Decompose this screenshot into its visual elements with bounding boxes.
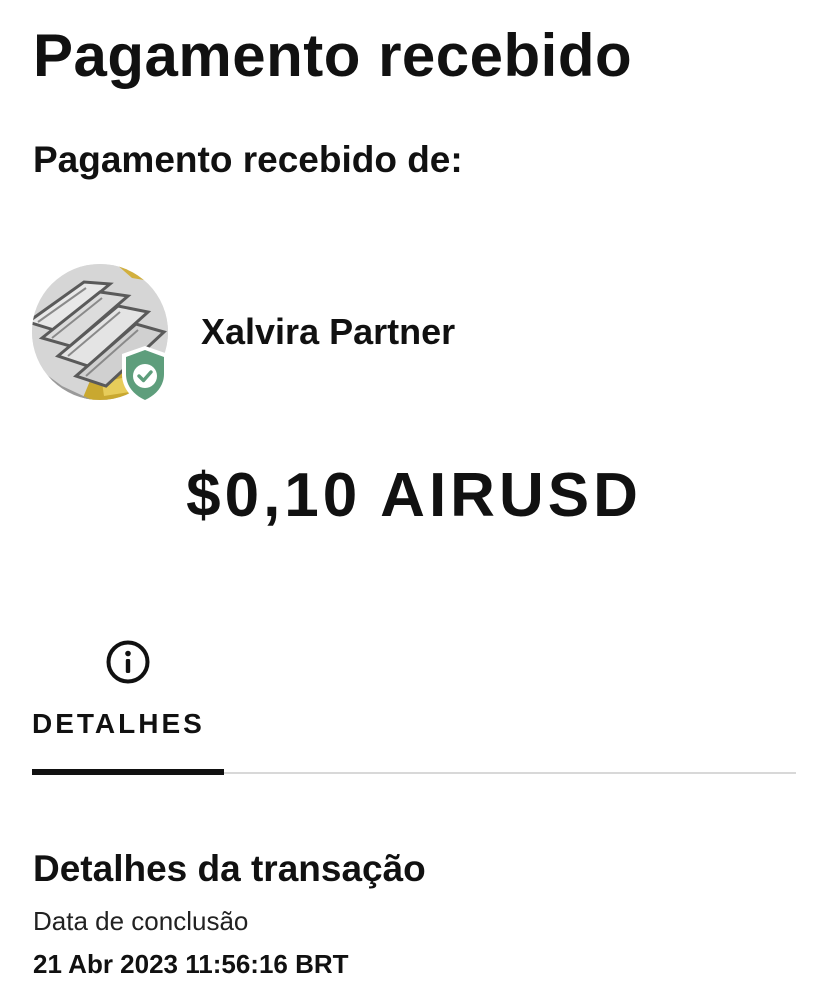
tab-active-indicator <box>32 769 224 775</box>
tab-details-label: DETALHES <box>32 708 205 739</box>
received-from-label: Pagamento recebido de: <box>33 139 463 180</box>
completion-date-value: 21 Abr 2023 11:56:16 BRT <box>33 949 349 979</box>
transaction-details-title: Detalhes da transação <box>33 848 426 889</box>
sender-row[interactable]: Xalvira Partner <box>32 264 792 404</box>
page-title: Pagamento recebido <box>33 22 633 89</box>
tab-details[interactable]: DETALHES <box>32 636 224 776</box>
payment-amount: $0,10 AIRUSD <box>186 461 642 530</box>
sender-name: Xalvira Partner <box>201 311 456 352</box>
completion-date-label: Data de conclusão <box>33 906 249 936</box>
verified-shield-icon <box>122 346 168 404</box>
info-icon <box>106 640 150 684</box>
